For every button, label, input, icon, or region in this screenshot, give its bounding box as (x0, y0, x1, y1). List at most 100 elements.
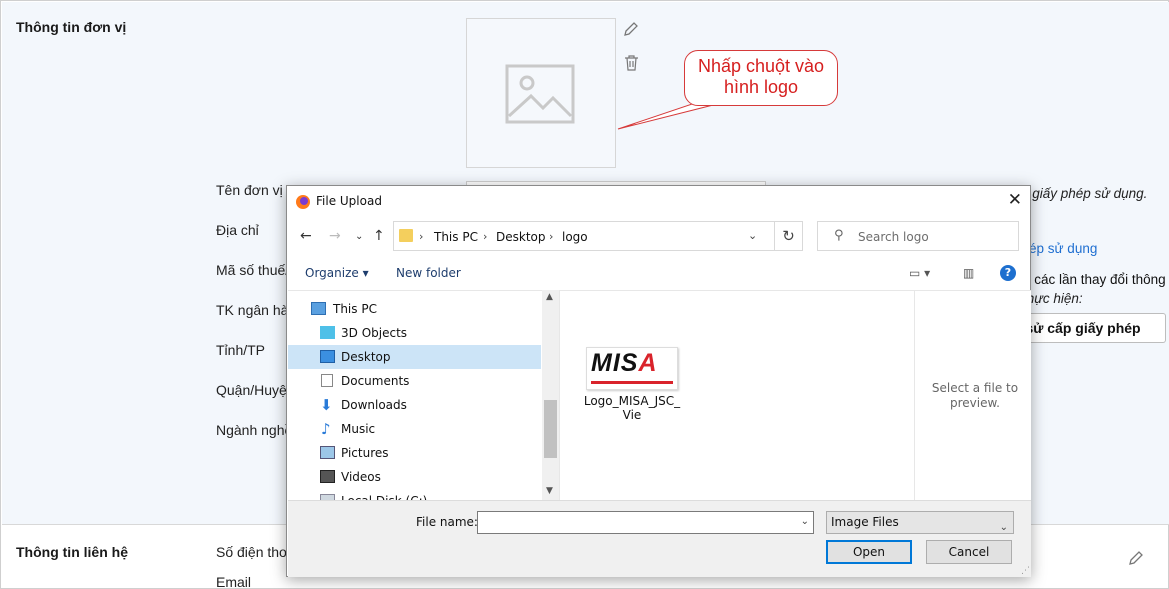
tree-item-label: Downloads (341, 398, 407, 412)
preview-pane-icon[interactable]: ▥ (963, 266, 974, 280)
music-icon: ♪ (321, 420, 331, 438)
navigation-pane: This PC 3D Objects Desktop Documents ⬇ D… (288, 290, 542, 500)
license-link[interactable]: ép sử dụng (1029, 241, 1097, 256)
search-icon: ⚲ (834, 228, 844, 243)
file-type-select[interactable]: Image Files ⌄ (826, 511, 1014, 534)
back-arrow-icon[interactable]: ← (300, 228, 312, 244)
delete-trash-icon[interactable] (624, 55, 639, 71)
recent-dropdown-icon[interactable]: ⌄ (355, 231, 363, 242)
image-placeholder-icon (505, 64, 575, 124)
navigation-scrollbar[interactable]: ▲ ▼ (542, 290, 559, 500)
breadcrumb-this-pc[interactable]: This PC (434, 230, 478, 244)
tree-item-label: Music (341, 422, 376, 436)
file-list-pane: MISA Logo_MISA_JSC_ Vie (559, 290, 914, 500)
breadcrumb-desktop[interactable]: Desktop (496, 230, 546, 244)
history-note-text-2: thực hiện: (1023, 291, 1083, 306)
desktop-icon (320, 350, 335, 363)
organize-menu[interactable]: Organize ▾ (305, 266, 369, 280)
videos-icon (320, 470, 335, 483)
file-name-line-1: Logo_MISA_JSC_ (583, 394, 681, 408)
license-history-button[interactable]: h sử cấp giấy phép (1011, 313, 1166, 343)
view-options-icon[interactable]: ▭ ▾ (909, 266, 930, 280)
download-icon: ⬇ (320, 396, 333, 414)
field-label-email: Email (216, 574, 252, 589)
file-name-input[interactable]: ⌄ (477, 511, 814, 534)
edit-pencil-icon[interactable] (623, 21, 639, 37)
scroll-thumb[interactable] (544, 400, 557, 458)
pc-icon (311, 302, 326, 315)
tree-item-downloads[interactable]: ⬇ Downloads (288, 393, 541, 417)
pictures-icon (320, 446, 335, 459)
file-name-line-2: Vie (622, 408, 642, 422)
tree-item-this-pc[interactable]: This PC (288, 297, 541, 321)
license-history-label: h sử cấp giấy phép (1013, 320, 1141, 336)
misa-logo: MISA (591, 349, 658, 377)
cancel-button[interactable]: Cancel (926, 540, 1012, 564)
page-frame: Thông tin đơn vị Nhấp chuột vào hình log… (0, 0, 1169, 589)
scroll-up-icon[interactable]: ▲ (546, 292, 553, 302)
chevron-down-icon[interactable]: ⌄ (801, 516, 809, 527)
close-icon[interactable]: ✕ (1008, 190, 1022, 210)
instruction-callout: Nhấp chuột vào hình logo (684, 50, 838, 106)
tree-item-label: This PC (333, 302, 377, 316)
forward-arrow-icon[interactable]: → (329, 228, 341, 244)
field-label-unit-name: Tên đơn vị (216, 182, 283, 198)
tree-item-label: Desktop (341, 350, 391, 364)
logo-upload-area[interactable] (466, 18, 616, 168)
address-bar[interactable]: › This PC › Desktop › logo ⌄ (393, 221, 775, 251)
refresh-icon[interactable]: ↻ (775, 221, 803, 251)
edit-contact-pencil-icon[interactable] (1128, 550, 1144, 566)
search-box[interactable]: ⚲ Search logo (817, 221, 1019, 251)
dialog-footer: File name: ⌄ Image Files ⌄ Open Cancel ⋰ (288, 500, 1031, 577)
new-folder-button[interactable]: New folder (396, 266, 461, 280)
tree-item-local-disk[interactable]: Local Disk (C:) (288, 489, 541, 500)
field-label-province: Tỉnh/TP (216, 342, 266, 358)
search-placeholder: Search logo (858, 230, 929, 244)
tree-item-label: Local Disk (C:) (341, 489, 427, 500)
license-note-text: n giấy phép sử dụng. (1021, 186, 1148, 201)
document-icon (321, 374, 333, 387)
file-item-logo[interactable]: MISA Logo_MISA_JSC_ Vie (582, 347, 682, 422)
file-type-value: Image Files (831, 515, 899, 529)
tree-item-documents[interactable]: Documents (288, 369, 541, 393)
contact-info-title: Thông tin liên hệ (16, 544, 128, 560)
help-icon[interactable]: ? (1000, 265, 1016, 281)
field-label-address: Địa chỉ (216, 222, 259, 238)
tree-item-videos[interactable]: Videos (288, 465, 541, 489)
folder-icon (399, 229, 413, 242)
preview-text: Select a file to preview. (931, 381, 1019, 410)
callout-line-2: hình logo (723, 77, 799, 97)
tree-item-label: Pictures (341, 446, 389, 460)
tree-item-3d-objects[interactable]: 3D Objects (288, 321, 541, 345)
scroll-down-icon[interactable]: ▼ (546, 486, 553, 496)
file-upload-dialog: File Upload ✕ ← → ⌄ ↑ › This PC › Deskto… (286, 185, 1031, 577)
breadcrumb-separator: › (419, 230, 424, 243)
tree-item-pictures[interactable]: Pictures (288, 441, 541, 465)
breadcrumb-logo[interactable]: logo (562, 230, 588, 244)
callout-line-1: Nhấp chuột vào (697, 56, 825, 76)
breadcrumb-separator: › (483, 230, 488, 243)
tree-item-label: Videos (341, 470, 381, 484)
file-name-label: File name: (416, 515, 478, 529)
breadcrumb-separator: › (549, 230, 554, 243)
unit-info-title: Thông tin đơn vị (16, 19, 127, 35)
preview-pane: Select a file to preview. (914, 290, 1031, 500)
cube-icon (320, 326, 335, 339)
up-arrow-icon[interactable]: ↑ (373, 228, 385, 244)
history-note-text: o các lần thay đổi thông (1023, 272, 1166, 287)
tree-item-music[interactable]: ♪ Music (288, 417, 541, 441)
tree-item-desktop[interactable]: Desktop (288, 345, 541, 369)
field-label-district: Quận/Huyệ (216, 382, 287, 398)
resize-grip-icon[interactable]: ⋰ (1021, 566, 1030, 576)
chevron-down-icon: ⌄ (999, 522, 1008, 533)
open-button[interactable]: Open (826, 540, 912, 564)
field-label-bank-account: TK ngân hà (216, 302, 289, 318)
field-label-phone: Số điện thoạ (216, 544, 295, 560)
misa-logo-bar (591, 381, 673, 384)
firefox-icon (296, 195, 310, 209)
address-dropdown-icon[interactable]: ⌄ (748, 229, 757, 242)
field-label-industry: Ngành nghề (216, 422, 293, 438)
tree-item-label: Documents (341, 374, 410, 388)
field-label-tax-code: Mã số thuế/ (216, 262, 290, 278)
file-thumbnail: MISA (586, 347, 678, 390)
